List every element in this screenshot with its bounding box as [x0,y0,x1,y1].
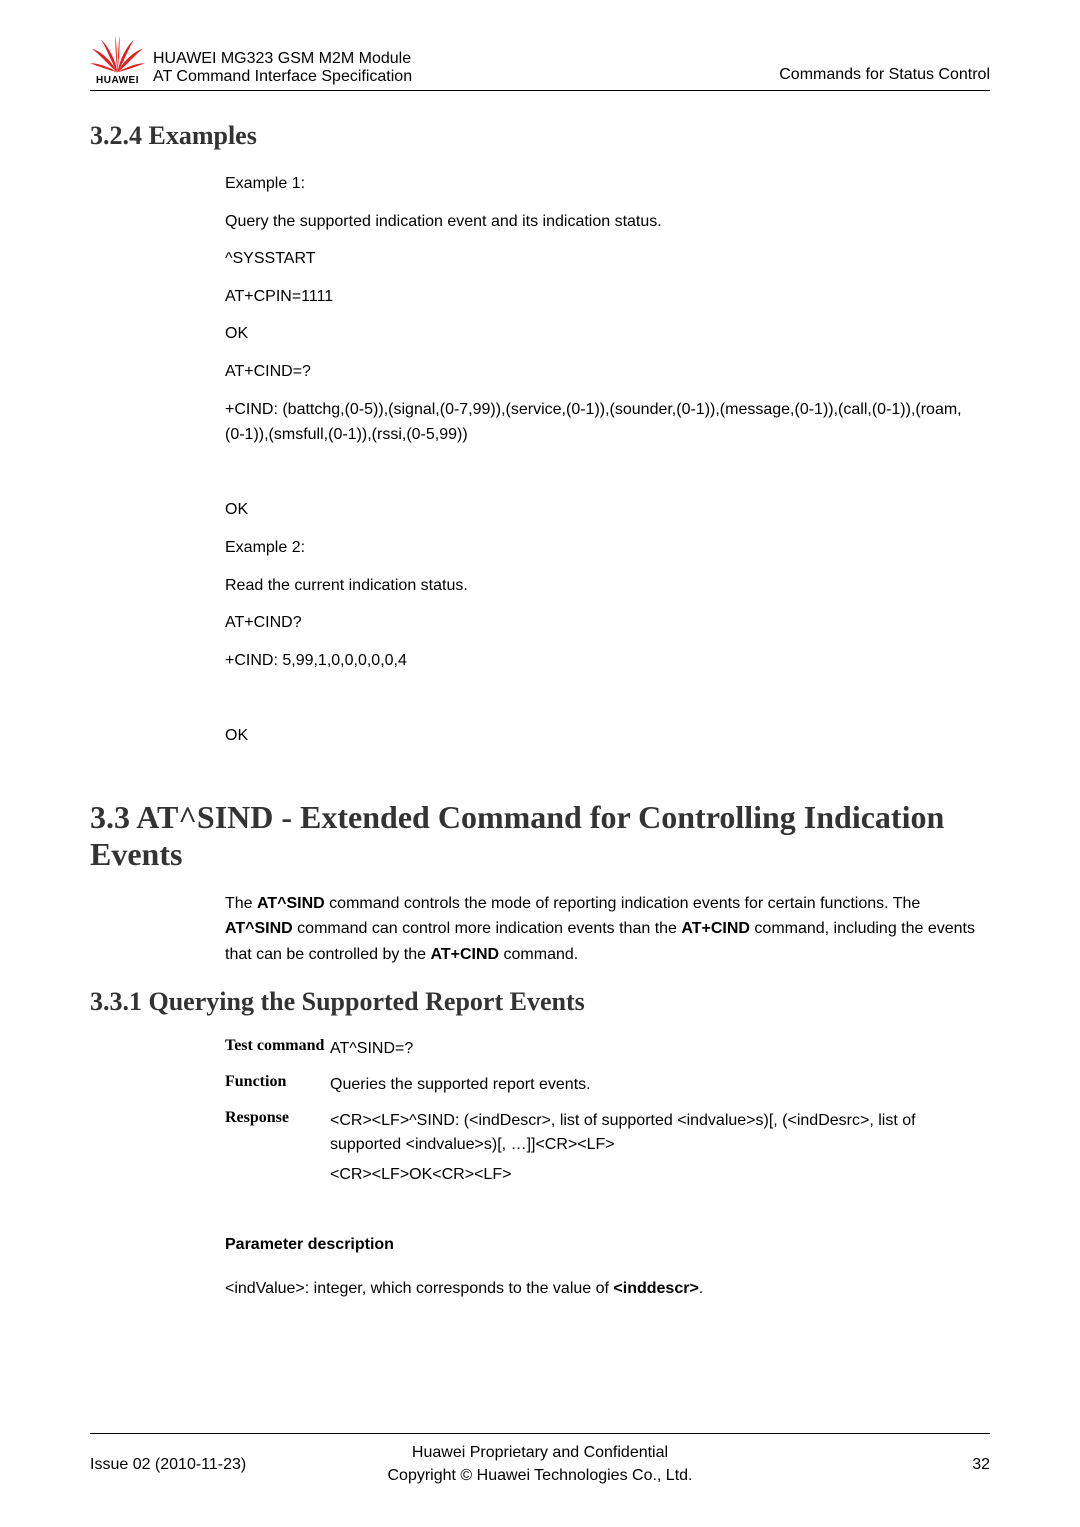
example-line [225,685,980,711]
intro-paragraph: The AT^SIND command controls the mode of… [225,891,980,968]
example-line: AT+CPIN=1111 [225,284,980,310]
param-heading: Parameter description [225,1232,980,1258]
row-value: AT^SIND=? [330,1037,990,1061]
footer-left: Issue 02 (2010-11-23) [90,1456,315,1474]
example-line: OK [225,497,980,523]
footer-right: 32 [765,1456,990,1474]
row-label: Function [225,1073,330,1097]
header-title-1: HUAWEI MG323 GSM M2M Module [153,50,779,68]
example-line: Example 1: [225,171,980,197]
example-line: AT+CIND=? [225,359,980,385]
example-line: Example 2: [225,535,980,561]
example-line: +CIND: (battchg,(0-5)),(signal,(0-7,99))… [225,397,980,448]
logo: HUAWEI [90,35,145,86]
row-label: Response [225,1109,330,1187]
page-header: HUAWEI HUAWEI MG323 GSM M2M Module AT Co… [90,35,990,91]
example-line: Read the current indication status. [225,573,980,599]
table-row-test: Test command AT^SIND=? [225,1037,990,1061]
param-text: <indValue>: integer, which corresponds t… [225,1276,980,1302]
example-line: AT+CIND? [225,610,980,636]
example-line: Query the supported indication event and… [225,209,980,235]
footer-center: Huawei Proprietary and Confidential Copy… [315,1442,765,1487]
example-line: +CIND: 5,99,1,0,0,0,0,0,4 [225,648,980,674]
header-right: Commands for Status Control [779,66,990,86]
parameter-description: Parameter description <indValue>: intege… [225,1232,980,1301]
page-footer: Issue 02 (2010-11-23) Huawei Proprietary… [90,1433,990,1487]
example-line [225,460,980,486]
row-label: Test command [225,1037,330,1061]
example-line: ^SYSSTART [225,246,980,272]
row-value: <CR><LF>^SIND: (<indDescr>, list of supp… [330,1109,990,1187]
heading-3-2-4: 3.2.4 Examples [90,121,990,151]
command-table: Test command AT^SIND=? Function Queries … [225,1037,990,1187]
heading-3-3-1: 3.3.1 Querying the Supported Report Even… [90,987,990,1017]
example-line: OK [225,723,980,749]
table-row-function: Function Queries the supported report ev… [225,1073,990,1097]
table-row-response: Response <CR><LF>^SIND: (<indDescr>, lis… [225,1109,990,1187]
header-title-2: AT Command Interface Specification [153,68,779,86]
huawei-logo-icon [90,35,145,73]
example-line: OK [225,321,980,347]
logo-text: HUAWEI [96,75,139,86]
row-value: Queries the supported report events. [330,1073,990,1097]
header-titles: HUAWEI MG323 GSM M2M Module AT Command I… [153,50,779,86]
heading-3-3: 3.3 AT^SIND - Extended Command for Contr… [90,799,990,873]
content-3-3-intro: The AT^SIND command controls the mode of… [225,891,980,968]
content-3-2-4: Example 1: Query the supported indicatio… [225,171,980,749]
